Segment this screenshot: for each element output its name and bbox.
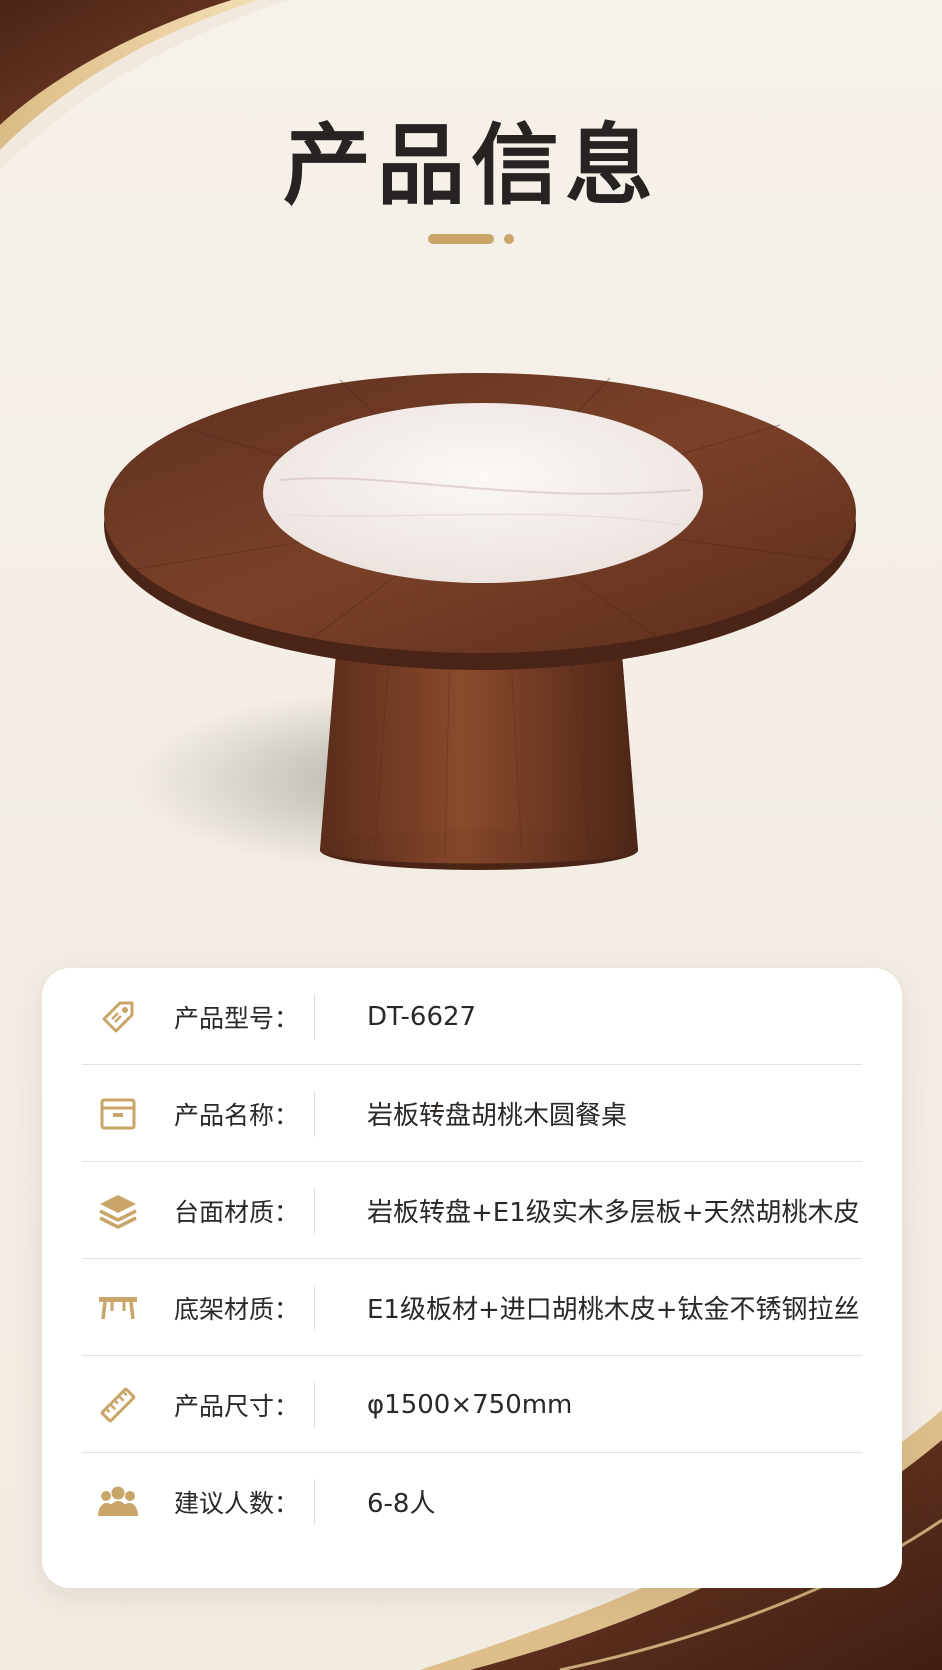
spec-value: 岩板转盘胡桃木圆餐桌 bbox=[367, 1101, 628, 1131]
spec-value: 岩板转盘+E1级实木多层板+天然胡桃木皮 bbox=[367, 1198, 860, 1228]
spec-value: DT-6627 bbox=[367, 1001, 477, 1032]
spec-row-frame-material: 底架材质： E1级板材+进口胡桃木皮+钛金不锈钢拉丝 bbox=[82, 1259, 862, 1356]
product-info-card: 产品型号： DT-6627 产品名称： 岩板转盘胡桃木圆餐桌 台面材质： 岩板转… bbox=[42, 968, 902, 1588]
layers-icon bbox=[96, 1189, 140, 1233]
ruler-icon bbox=[96, 1383, 140, 1427]
people-icon bbox=[96, 1480, 140, 1524]
spec-label: 产品型号： bbox=[174, 1003, 300, 1033]
page-title: 产品信息 bbox=[282, 114, 659, 217]
spec-value: 6-8人 bbox=[367, 1489, 436, 1519]
divider bbox=[314, 1284, 315, 1331]
box-icon bbox=[96, 1092, 140, 1136]
divider bbox=[314, 1187, 315, 1234]
spec-label: 底架材质： bbox=[174, 1294, 300, 1324]
spec-row-seating: 建议人数： 6-8人 bbox=[82, 1453, 862, 1550]
divider bbox=[314, 1478, 315, 1525]
spec-label: 建议人数： bbox=[174, 1488, 300, 1518]
title-underline-decoration bbox=[428, 233, 516, 245]
spec-value: E1级板材+进口胡桃木皮+钛金不锈钢拉丝 bbox=[367, 1295, 860, 1325]
spec-label: 产品尺寸： bbox=[174, 1391, 300, 1421]
spec-value: φ1500×750mm bbox=[367, 1389, 573, 1420]
spec-row-name: 产品名称： 岩板转盘胡桃木圆餐桌 bbox=[82, 1065, 862, 1162]
spec-row-model: 产品型号： DT-6627 bbox=[82, 968, 862, 1065]
spec-label: 台面材质： bbox=[174, 1197, 300, 1227]
price-tag-icon bbox=[96, 995, 140, 1039]
product-image-round-dining-table bbox=[104, 373, 856, 870]
divider bbox=[314, 1381, 315, 1428]
spec-row-top-material: 台面材质： 岩板转盘+E1级实木多层板+天然胡桃木皮 bbox=[82, 1162, 862, 1259]
divider bbox=[314, 1090, 315, 1137]
table-frame-icon bbox=[96, 1286, 140, 1330]
divider bbox=[314, 993, 315, 1040]
spec-row-size: 产品尺寸： φ1500×750mm bbox=[82, 1356, 862, 1453]
spec-label: 产品名称： bbox=[174, 1100, 300, 1130]
